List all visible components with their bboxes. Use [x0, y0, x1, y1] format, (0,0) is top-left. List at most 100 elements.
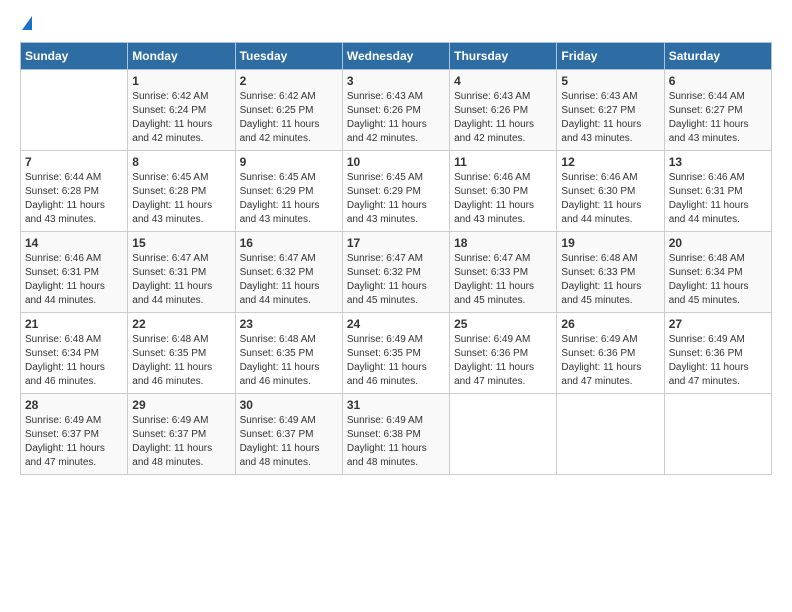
day-info: Sunrise: 6:46 AM Sunset: 6:30 PM Dayligh…: [454, 171, 552, 227]
day-info: Sunrise: 6:45 AM Sunset: 6:29 PM Dayligh…: [347, 171, 445, 227]
calendar-cell: [557, 394, 664, 475]
calendar-cell: 4Sunrise: 6:43 AM Sunset: 6:26 PM Daylig…: [450, 70, 557, 151]
calendar-cell: 27 Sunrise: 6:49 AM Sunset: 6:36 PM Dayli…: [664, 313, 771, 394]
day-number: 8: [132, 155, 230, 169]
calendar-cell: 19Sunrise: 6:48 AM Sunset: 6:33 PM Dayli…: [557, 232, 664, 313]
calendar-cell: 11 Sunrise: 6:46 AM Sunset: 6:30 PM Dayli…: [450, 151, 557, 232]
day-info: Sunrise: 6:45 AM Sunset: 6:28 PM Dayligh…: [132, 171, 230, 227]
weekday-header-wednesday: Wednesday: [342, 43, 449, 70]
day-number: 22: [132, 317, 230, 331]
day-number: 26: [561, 317, 659, 331]
day-info: Sunrise: 6:48 AM Sunset: 6:35 PM Dayligh…: [132, 333, 230, 389]
calendar-cell: 13Sunrise: 6:46 AM Sunset: 6:31 PM Dayli…: [664, 151, 771, 232]
day-info: Sunrise: 6:48 AM Sunset: 6:34 PM Dayligh…: [25, 333, 123, 389]
calendar-cell: 17Sunrise: 6:47 AM Sunset: 6:32 PM Dayli…: [342, 232, 449, 313]
day-number: 30: [240, 398, 338, 412]
week-row-4: 21 Sunrise: 6:48 AM Sunset: 6:34 PM Dayli…: [21, 313, 772, 394]
calendar-cell: [450, 394, 557, 475]
day-number: 3: [347, 74, 445, 88]
day-number: 24: [347, 317, 445, 331]
calendar-cell: [21, 70, 128, 151]
calendar-page: SundayMondayTuesdayWednesdayThursdayFrid…: [0, 0, 792, 485]
calendar-cell: 26Sunrise: 6:49 AM Sunset: 6:36 PM Dayli…: [557, 313, 664, 394]
day-info: Sunrise: 6:49 AM Sunset: 6:37 PM Dayligh…: [240, 414, 338, 470]
calendar-cell: 9 Sunrise: 6:45 AM Sunset: 6:29 PM Daylig…: [235, 151, 342, 232]
week-row-3: 14Sunrise: 6:46 AM Sunset: 6:31 PM Dayli…: [21, 232, 772, 313]
calendar-cell: 23 Sunrise: 6:48 AM Sunset: 6:35 PM Dayli…: [235, 313, 342, 394]
weekday-header-row: SundayMondayTuesdayWednesdayThursdayFrid…: [21, 43, 772, 70]
day-info: Sunrise: 6:46 AM Sunset: 6:31 PM Dayligh…: [25, 252, 123, 308]
logo: [20, 18, 32, 32]
weekday-header-friday: Friday: [557, 43, 664, 70]
day-number: 11: [454, 155, 552, 169]
day-number: 28: [25, 398, 123, 412]
week-row-5: 28 Sunrise: 6:49 AM Sunset: 6:37 PM Dayli…: [21, 394, 772, 475]
weekday-header-sunday: Sunday: [21, 43, 128, 70]
calendar-cell: 30 Sunrise: 6:49 AM Sunset: 6:37 PM Dayli…: [235, 394, 342, 475]
day-number: 17: [347, 236, 445, 250]
day-number: 5: [561, 74, 659, 88]
day-number: 27: [669, 317, 767, 331]
day-info: Sunrise: 6:48 AM Sunset: 6:34 PM Dayligh…: [669, 252, 767, 308]
day-number: 6: [669, 74, 767, 88]
day-number: 23: [240, 317, 338, 331]
day-info: Sunrise: 6:43 AM Sunset: 6:26 PM Dayligh…: [454, 90, 552, 146]
day-info: Sunrise: 6:46 AM Sunset: 6:30 PM Dayligh…: [561, 171, 659, 227]
day-info: Sunrise: 6:47 AM Sunset: 6:31 PM Dayligh…: [132, 252, 230, 308]
day-info: Sunrise: 6:48 AM Sunset: 6:35 PM Dayligh…: [240, 333, 338, 389]
calendar-cell: 22 Sunrise: 6:48 AM Sunset: 6:35 PM Dayli…: [128, 313, 235, 394]
calendar-cell: 29 Sunrise: 6:49 AM Sunset: 6:37 PM Dayli…: [128, 394, 235, 475]
day-info: Sunrise: 6:49 AM Sunset: 6:37 PM Dayligh…: [132, 414, 230, 470]
calendar-cell: 31 Sunrise: 6:49 AM Sunset: 6:38 PM Dayli…: [342, 394, 449, 475]
day-info: Sunrise: 6:49 AM Sunset: 6:36 PM Dayligh…: [669, 333, 767, 389]
day-number: 1: [132, 74, 230, 88]
calendar-cell: 12Sunrise: 6:46 AM Sunset: 6:30 PM Dayli…: [557, 151, 664, 232]
calendar-cell: 10 Sunrise: 6:45 AM Sunset: 6:29 PM Dayli…: [342, 151, 449, 232]
calendar-table: SundayMondayTuesdayWednesdayThursdayFrid…: [20, 42, 772, 475]
day-number: 31: [347, 398, 445, 412]
calendar-cell: 2Sunrise: 6:42 AM Sunset: 6:25 PM Daylig…: [235, 70, 342, 151]
calendar-cell: 24 Sunrise: 6:49 AM Sunset: 6:35 PM Dayli…: [342, 313, 449, 394]
weekday-header-saturday: Saturday: [664, 43, 771, 70]
day-info: Sunrise: 6:49 AM Sunset: 6:38 PM Dayligh…: [347, 414, 445, 470]
day-info: Sunrise: 6:42 AM Sunset: 6:25 PM Dayligh…: [240, 90, 338, 146]
day-number: 16: [240, 236, 338, 250]
weekday-header-thursday: Thursday: [450, 43, 557, 70]
weekday-header-tuesday: Tuesday: [235, 43, 342, 70]
day-number: 10: [347, 155, 445, 169]
calendar-cell: 5Sunrise: 6:43 AM Sunset: 6:27 PM Daylig…: [557, 70, 664, 151]
calendar-cell: 18 Sunrise: 6:47 AM Sunset: 6:33 PM Dayli…: [450, 232, 557, 313]
day-number: 7: [25, 155, 123, 169]
day-info: Sunrise: 6:47 AM Sunset: 6:32 PM Dayligh…: [240, 252, 338, 308]
calendar-cell: 21 Sunrise: 6:48 AM Sunset: 6:34 PM Dayli…: [21, 313, 128, 394]
day-info: Sunrise: 6:47 AM Sunset: 6:33 PM Dayligh…: [454, 252, 552, 308]
day-info: Sunrise: 6:49 AM Sunset: 6:35 PM Dayligh…: [347, 333, 445, 389]
day-number: 13: [669, 155, 767, 169]
header: [20, 18, 772, 32]
logo-triangle-icon: [22, 16, 32, 30]
calendar-cell: 14Sunrise: 6:46 AM Sunset: 6:31 PM Dayli…: [21, 232, 128, 313]
calendar-cell: [664, 394, 771, 475]
day-number: 29: [132, 398, 230, 412]
calendar-cell: 15 Sunrise: 6:47 AM Sunset: 6:31 PM Dayli…: [128, 232, 235, 313]
day-info: Sunrise: 6:49 AM Sunset: 6:36 PM Dayligh…: [454, 333, 552, 389]
day-info: Sunrise: 6:44 AM Sunset: 6:27 PM Dayligh…: [669, 90, 767, 146]
day-info: Sunrise: 6:48 AM Sunset: 6:33 PM Dayligh…: [561, 252, 659, 308]
calendar-cell: 20 Sunrise: 6:48 AM Sunset: 6:34 PM Dayli…: [664, 232, 771, 313]
day-number: 20: [669, 236, 767, 250]
day-number: 15: [132, 236, 230, 250]
day-info: Sunrise: 6:49 AM Sunset: 6:37 PM Dayligh…: [25, 414, 123, 470]
calendar-cell: 3Sunrise: 6:43 AM Sunset: 6:26 PM Daylig…: [342, 70, 449, 151]
calendar-cell: 1 Sunrise: 6:42 AM Sunset: 6:24 PM Daylig…: [128, 70, 235, 151]
calendar-cell: 8 Sunrise: 6:45 AM Sunset: 6:28 PM Daylig…: [128, 151, 235, 232]
day-number: 21: [25, 317, 123, 331]
day-info: Sunrise: 6:42 AM Sunset: 6:24 PM Dayligh…: [132, 90, 230, 146]
calendar-cell: 6 Sunrise: 6:44 AM Sunset: 6:27 PM Daylig…: [664, 70, 771, 151]
calendar-cell: 28 Sunrise: 6:49 AM Sunset: 6:37 PM Dayli…: [21, 394, 128, 475]
day-number: 9: [240, 155, 338, 169]
calendar-cell: 16 Sunrise: 6:47 AM Sunset: 6:32 PM Dayli…: [235, 232, 342, 313]
day-info: Sunrise: 6:45 AM Sunset: 6:29 PM Dayligh…: [240, 171, 338, 227]
day-number: 18: [454, 236, 552, 250]
day-info: Sunrise: 6:44 AM Sunset: 6:28 PM Dayligh…: [25, 171, 123, 227]
week-row-2: 7 Sunrise: 6:44 AM Sunset: 6:28 PM Daylig…: [21, 151, 772, 232]
